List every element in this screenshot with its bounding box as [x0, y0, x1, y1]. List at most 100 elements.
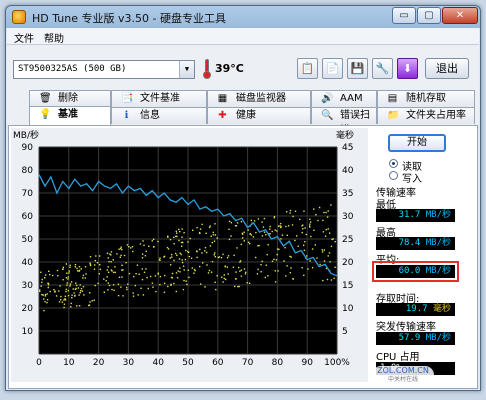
access-time-point [265, 264, 267, 266]
access-time-point [187, 241, 189, 243]
menu-file[interactable]: 文件 [14, 30, 34, 45]
tab-folder-usage[interactable]: 📁 文件夹占用率 [377, 107, 475, 124]
access-time-point [173, 259, 175, 262]
maximize-button[interactable]: ▢ [417, 7, 441, 24]
copy-text-button[interactable]: 📋 [297, 58, 318, 79]
disk-monitor-icon: ▦ [217, 93, 228, 104]
minimize-button[interactable]: ▭ [392, 7, 416, 24]
write-radio[interactable]: 写入 [389, 170, 469, 185]
access-time-point [241, 232, 243, 235]
access-time-point [118, 276, 121, 278]
access-time-point [171, 272, 174, 275]
cpu-usage-label: CPU 占用 [376, 352, 420, 363]
copy-screenshot-button[interactable]: 📄 [322, 58, 343, 79]
access-time-point [188, 251, 190, 254]
options-button[interactable]: 🔧 [372, 58, 393, 79]
tab-health[interactable]: ✚ 健康 [207, 107, 311, 124]
access-time-point [199, 265, 201, 268]
access-time-point [78, 266, 81, 268]
y-tick-label-left: 40 [22, 258, 34, 268]
access-time-point [188, 255, 191, 258]
access-time-point [250, 234, 253, 236]
tab-label: 磁盘监视器 [236, 93, 286, 104]
start-button[interactable]: 开始 [388, 134, 446, 152]
access-time-point [277, 225, 280, 227]
access-time-point [304, 241, 306, 243]
y-tick-label-left: 80 [22, 166, 34, 176]
access-time-point [214, 252, 216, 254]
burst-rate-value: 57.9 MB/秒 [376, 332, 455, 345]
access-time-point [136, 264, 139, 266]
access-time-point [303, 244, 305, 246]
access-time-point [274, 229, 276, 231]
access-time-point [75, 282, 77, 284]
close-button[interactable]: ✕ [442, 7, 478, 24]
tab-info[interactable]: ℹ 信息 [111, 107, 207, 124]
drive-select[interactable]: ST9500325AS (500 GB) ▼ [13, 60, 195, 79]
access-time-point [248, 282, 251, 284]
access-time-point [79, 292, 81, 294]
right-axis-unit: 毫秒 [336, 129, 354, 141]
access-time-point [321, 251, 324, 253]
access-time-point [269, 225, 271, 228]
tab-benchmark[interactable]: 💡 基准 [29, 106, 111, 125]
access-time-point [51, 274, 54, 277]
exit-button[interactable]: 退出 [425, 58, 469, 79]
access-time-point [152, 286, 154, 288]
access-time-point [213, 240, 216, 242]
folder-icon: 📁 [387, 110, 400, 121]
access-time-point [315, 214, 317, 216]
access-time-point [303, 249, 306, 251]
access-time-point [285, 275, 287, 277]
save-button[interactable]: 💾 [347, 58, 368, 79]
access-time-point [142, 240, 144, 242]
access-time-point [227, 273, 229, 275]
access-time-point [309, 221, 312, 223]
tab-file-benchmark[interactable]: 📑 文件基准 [111, 90, 207, 107]
access-time-point [260, 264, 262, 266]
window-title: HD Tune 专业版 v3.50 - 硬盘专业工具 [32, 12, 226, 25]
access-time-point [227, 255, 230, 257]
access-time-point [313, 208, 315, 210]
access-time-point [176, 254, 178, 256]
access-time-point [261, 235, 264, 237]
title-bar[interactable]: HD Tune 专业版 v3.50 - 硬盘专业工具 ▭ ▢ ✕ [6, 6, 480, 28]
y-tick-label-left: 30 [22, 281, 34, 291]
access-time-point [239, 270, 241, 272]
access-time-point [289, 209, 292, 212]
tab-random-access[interactable]: ▤ 随机存取 [377, 90, 475, 107]
access-time-point [271, 230, 273, 233]
access-time-point [68, 272, 70, 274]
access-time-point [193, 272, 195, 274]
access-time-point [309, 225, 311, 227]
access-time-point [243, 231, 245, 233]
tab-label: 删除 [58, 93, 78, 104]
access-time-point [247, 229, 249, 231]
access-time-point [143, 271, 146, 273]
access-time-point [297, 245, 299, 247]
read-radio[interactable]: 读取 [389, 158, 469, 173]
access-time-point [151, 282, 154, 284]
tab-erase[interactable]: 🗑 删除 [29, 90, 111, 107]
tab-error-scan[interactable]: 🔍错误扫描 [311, 107, 377, 136]
access-time-point [327, 255, 329, 257]
access-time-point [122, 295, 124, 297]
tab-aam[interactable]: 🔊 AAM [311, 90, 377, 107]
access-time-point [171, 256, 173, 258]
x-tick-label: 60 [212, 358, 224, 368]
options-icon: 🔧 [375, 62, 390, 75]
access-time-point [199, 228, 202, 230]
x-tick-label: 30 [123, 358, 135, 368]
menu-help[interactable]: 帮助 [44, 30, 64, 45]
access-time-point [277, 270, 279, 272]
access-time-value: 19.7 毫秒 [376, 303, 455, 316]
chevron-down-icon[interactable]: ▼ [179, 61, 194, 78]
download-button[interactable]: ⬇ [397, 58, 418, 79]
access-time-point [139, 243, 142, 245]
tab-disk-monitor[interactable]: ▦ 磁盘监视器 [207, 90, 311, 107]
access-time-point [223, 277, 225, 280]
access-time-point [63, 303, 66, 305]
access-time-point [186, 283, 188, 286]
access-time-point [212, 234, 215, 236]
access-time-point [89, 256, 92, 258]
